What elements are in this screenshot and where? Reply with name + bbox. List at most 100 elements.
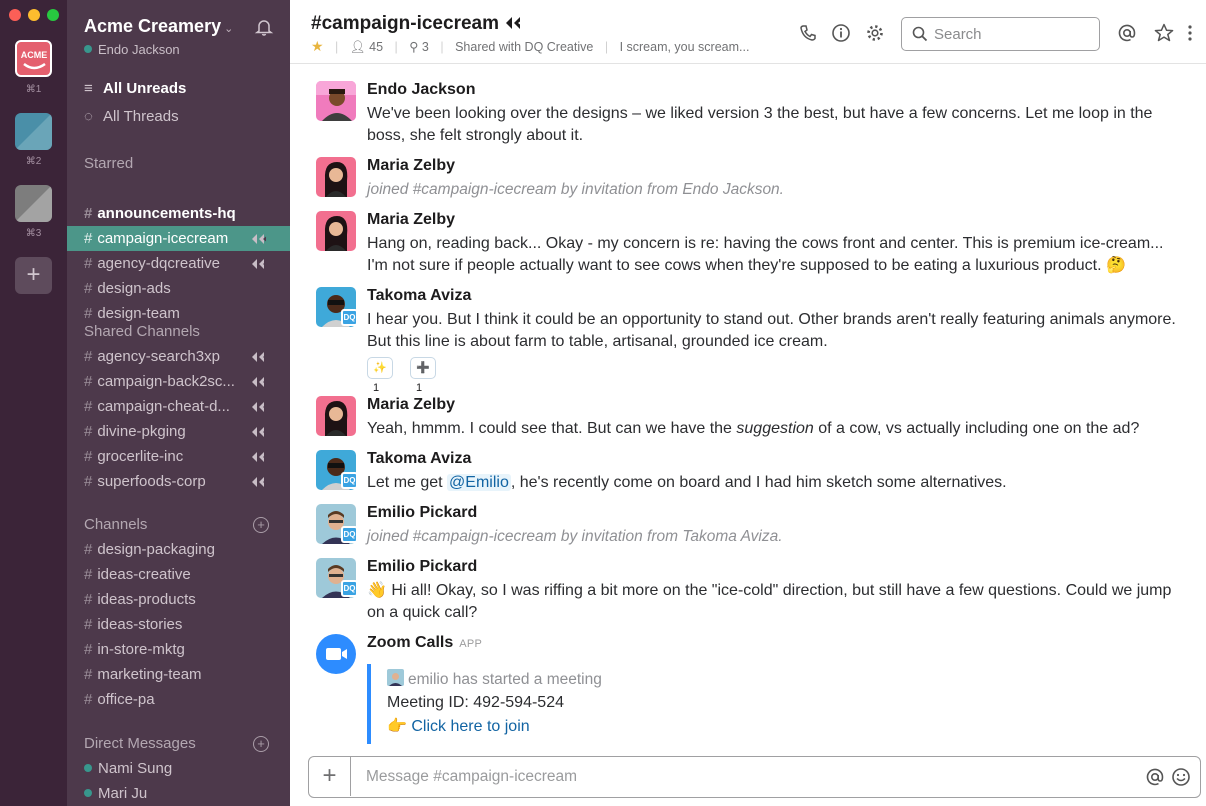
mentions-icon[interactable] <box>1117 23 1137 43</box>
hash-icon: # <box>84 205 93 222</box>
wave-emoji: 👋 <box>367 582 387 599</box>
team-name[interactable]: Acme Creamery ⌄ <box>84 16 233 37</box>
meeting-attachment: emilio has started a meeting Meeting ID:… <box>367 664 767 744</box>
hash-icon: # <box>84 448 93 465</box>
direct-message-item[interactable]: Mari Ju <box>67 781 290 806</box>
channel-item[interactable]: # announcements-hq <box>67 201 290 226</box>
search-icon <box>912 26 928 42</box>
channel-label: agency-dqcreative <box>97 255 220 272</box>
workspace-tile-2[interactable] <box>15 113 52 150</box>
join-meeting-link[interactable]: 👉 Click here to join <box>387 716 530 736</box>
channel-label: office-pa <box>97 691 155 708</box>
add-channel-icon[interactable]: + <box>253 517 269 533</box>
workspace-3-icon <box>15 185 52 222</box>
channel-item[interactable]: # divine-pkging <box>67 419 290 444</box>
shared-channels-heading[interactable]: Shared Channels <box>84 323 200 340</box>
channel-item[interactable]: # campaign-cheat-d... <box>67 394 290 419</box>
members-icon[interactable]: 👤︎ <box>350 40 366 54</box>
workspace-tile-3[interactable] <box>15 185 52 222</box>
pinned-count[interactable]: 3 <box>422 40 429 54</box>
avatar-maria-icon <box>316 157 356 197</box>
emoji-picker-icon[interactable] <box>1171 767 1191 787</box>
message-author[interactable]: Maria Zelby <box>367 211 455 229</box>
all-unreads-link[interactable]: ≡ All Unreads <box>84 80 186 97</box>
all-threads-link[interactable]: ◌ All Threads <box>84 108 179 125</box>
message-author[interactable]: Emilio Pickard <box>367 558 477 576</box>
hash-icon: # <box>84 616 93 633</box>
user-mention-link[interactable]: @Emilio <box>447 474 511 491</box>
channel-item[interactable]: # grocerlite-inc <box>67 444 290 469</box>
channel-item[interactable]: # marketing-team <box>67 662 290 687</box>
message-text: We've been looking over the designs – we… <box>367 105 1153 144</box>
message-author[interactable]: Endo Jackson <box>367 81 475 99</box>
channel-item[interactable]: # in-store-mktg <box>67 637 290 662</box>
avatar[interactable] <box>316 634 356 674</box>
message-author[interactable]: Maria Zelby <box>367 396 455 414</box>
shared-channel-icon <box>506 17 523 29</box>
system-message-text: joined #campaign-icecream by invitation … <box>367 181 784 198</box>
channel-item[interactable]: # campaign-back2sc... <box>67 369 290 394</box>
channel-item[interactable]: # ideas-stories <box>67 612 290 637</box>
channel-topic[interactable]: I scream, you scream... <box>620 40 750 54</box>
mention-icon[interactable] <box>1145 767 1165 787</box>
reaction-plus-one[interactable]: ➕ 1 <box>410 357 436 394</box>
channel-label: design-team <box>97 305 180 322</box>
attach-plus-button[interactable]: + <box>309 757 351 796</box>
avatar[interactable] <box>316 396 356 436</box>
direct-messages-heading[interactable]: Direct Messages <box>84 735 196 752</box>
star-outline-icon[interactable] <box>1154 23 1174 43</box>
avatar[interactable] <box>316 157 356 197</box>
point-right-emoji: 👉 <box>387 718 407 735</box>
avatar[interactable] <box>316 211 356 251</box>
message-input[interactable]: Message #campaign-icecream <box>366 768 577 786</box>
avatar[interactable] <box>316 81 356 121</box>
reaction-sparkles[interactable]: ✨ 1 <box>367 357 393 394</box>
starred-heading: Starred <box>84 155 134 172</box>
channel-label: design-packaging <box>97 541 215 558</box>
bell-icon[interactable] <box>254 17 274 37</box>
channel-header: #campaign-icecream ★ | 👤︎ 45 | ⚲ 3 | Sha… <box>290 0 1206 64</box>
channel-item[interactable]: # design-packaging <box>67 537 290 562</box>
channel-item[interactable]: # ideas-creative <box>67 562 290 587</box>
minimize-window-button[interactable] <box>28 9 40 21</box>
channel-item[interactable]: # office-pa <box>67 687 290 712</box>
phone-icon[interactable] <box>798 23 818 43</box>
channel-item[interactable]: # superfoods-corp <box>67 469 290 494</box>
close-window-button[interactable] <box>9 9 21 21</box>
gear-icon[interactable] <box>865 23 885 43</box>
message-author[interactable]: Takoma Aviza <box>367 287 471 305</box>
star-filled-icon[interactable]: ★ <box>311 38 324 54</box>
workspace-tile-acme[interactable]: ACME <box>15 40 52 77</box>
member-count[interactable]: 45 <box>369 40 383 54</box>
message-author[interactable]: Zoom Calls APP <box>367 634 482 652</box>
pin-icon[interactable]: ⚲ <box>409 40 418 54</box>
add-dm-icon[interactable]: + <box>253 736 269 752</box>
channel-item[interactable]: # agency-search3xp <box>67 344 290 369</box>
channel-title[interactable]: #campaign-icecream <box>311 13 524 35</box>
hash-icon: # <box>84 230 93 247</box>
hash-icon: # <box>84 348 93 365</box>
current-user[interactable]: Endo Jackson <box>84 42 180 57</box>
info-icon[interactable] <box>831 23 851 43</box>
channel-item[interactable]: # ideas-products <box>67 587 290 612</box>
hash-icon: # <box>84 641 93 658</box>
zoom-window-button[interactable] <box>47 9 59 21</box>
search-box[interactable]: Search <box>901 17 1100 51</box>
message-composer[interactable]: + Message #campaign-icecream <box>308 756 1201 798</box>
channels-heading[interactable]: Channels <box>84 516 147 533</box>
message-author[interactable]: Emilio Pickard <box>367 504 477 522</box>
message-body: Let me get @Emilio, he's recently come o… <box>367 474 1007 491</box>
message-author[interactable]: Maria Zelby <box>367 157 455 175</box>
direct-message-item[interactable]: Nami Sung <box>67 756 290 781</box>
shared-with-label[interactable]: Shared with DQ Creative <box>455 40 593 54</box>
more-vertical-icon[interactable] <box>1186 23 1194 43</box>
search-input[interactable]: Search <box>934 26 982 43</box>
meeting-started-text: emilio has started a meeting <box>387 669 602 689</box>
channel-item[interactable]: # design-ads <box>67 276 290 301</box>
channel-item[interactable]: # campaign-icecream <box>67 226 290 251</box>
add-workspace-button[interactable]: + <box>15 257 52 294</box>
channel-item[interactable]: # agency-dqcreative <box>67 251 290 276</box>
threads-icon: ◌ <box>84 108 93 125</box>
message-author[interactable]: Takoma Aviza <box>367 450 471 468</box>
acme-logo-icon: ACME <box>21 50 47 70</box>
